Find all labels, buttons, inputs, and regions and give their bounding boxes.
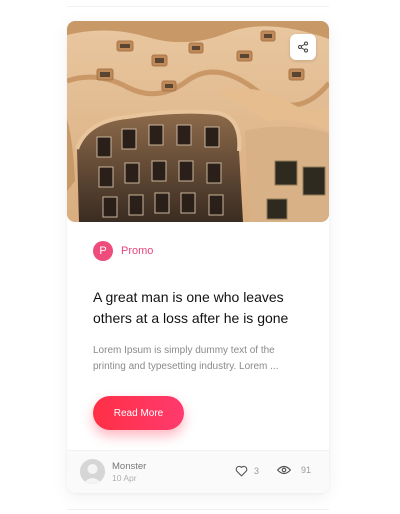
category-label: Promo — [121, 245, 154, 257]
post-excerpt: Lorem Ipsum is simply dummy text of the … — [93, 345, 279, 372]
user-avatar-icon — [80, 459, 105, 484]
post-title[interactable]: A great man is one who leaves others at … — [93, 287, 313, 329]
category-tag[interactable]: P Promo — [93, 241, 153, 261]
post-date: 10 Apr — [112, 473, 137, 483]
card-footer: Monster 10 Apr 3 91 — [67, 450, 329, 493]
blog-card: P Promo A great man is one who leaves ot… — [67, 21, 329, 493]
views-stat: 91 — [277, 465, 311, 475]
likes-count: 3 — [254, 466, 260, 476]
share-button[interactable] — [290, 34, 316, 60]
avatar[interactable] — [80, 459, 105, 484]
heart-icon — [235, 465, 248, 477]
share-icon — [298, 41, 308, 53]
like-button[interactable]: 3 — [235, 465, 259, 477]
eye-icon — [277, 465, 291, 475]
category-badge: P — [93, 241, 113, 261]
top-divider — [67, 0, 329, 7]
bottom-divider — [67, 509, 329, 510]
views-count: 91 — [301, 465, 312, 475]
card-image[interactable] — [67, 21, 329, 222]
page: P Promo A great man is one who leaves ot… — [0, 0, 400, 514]
author-name[interactable]: Monster — [112, 461, 146, 472]
read-more-button[interactable]: Read More — [93, 396, 184, 430]
